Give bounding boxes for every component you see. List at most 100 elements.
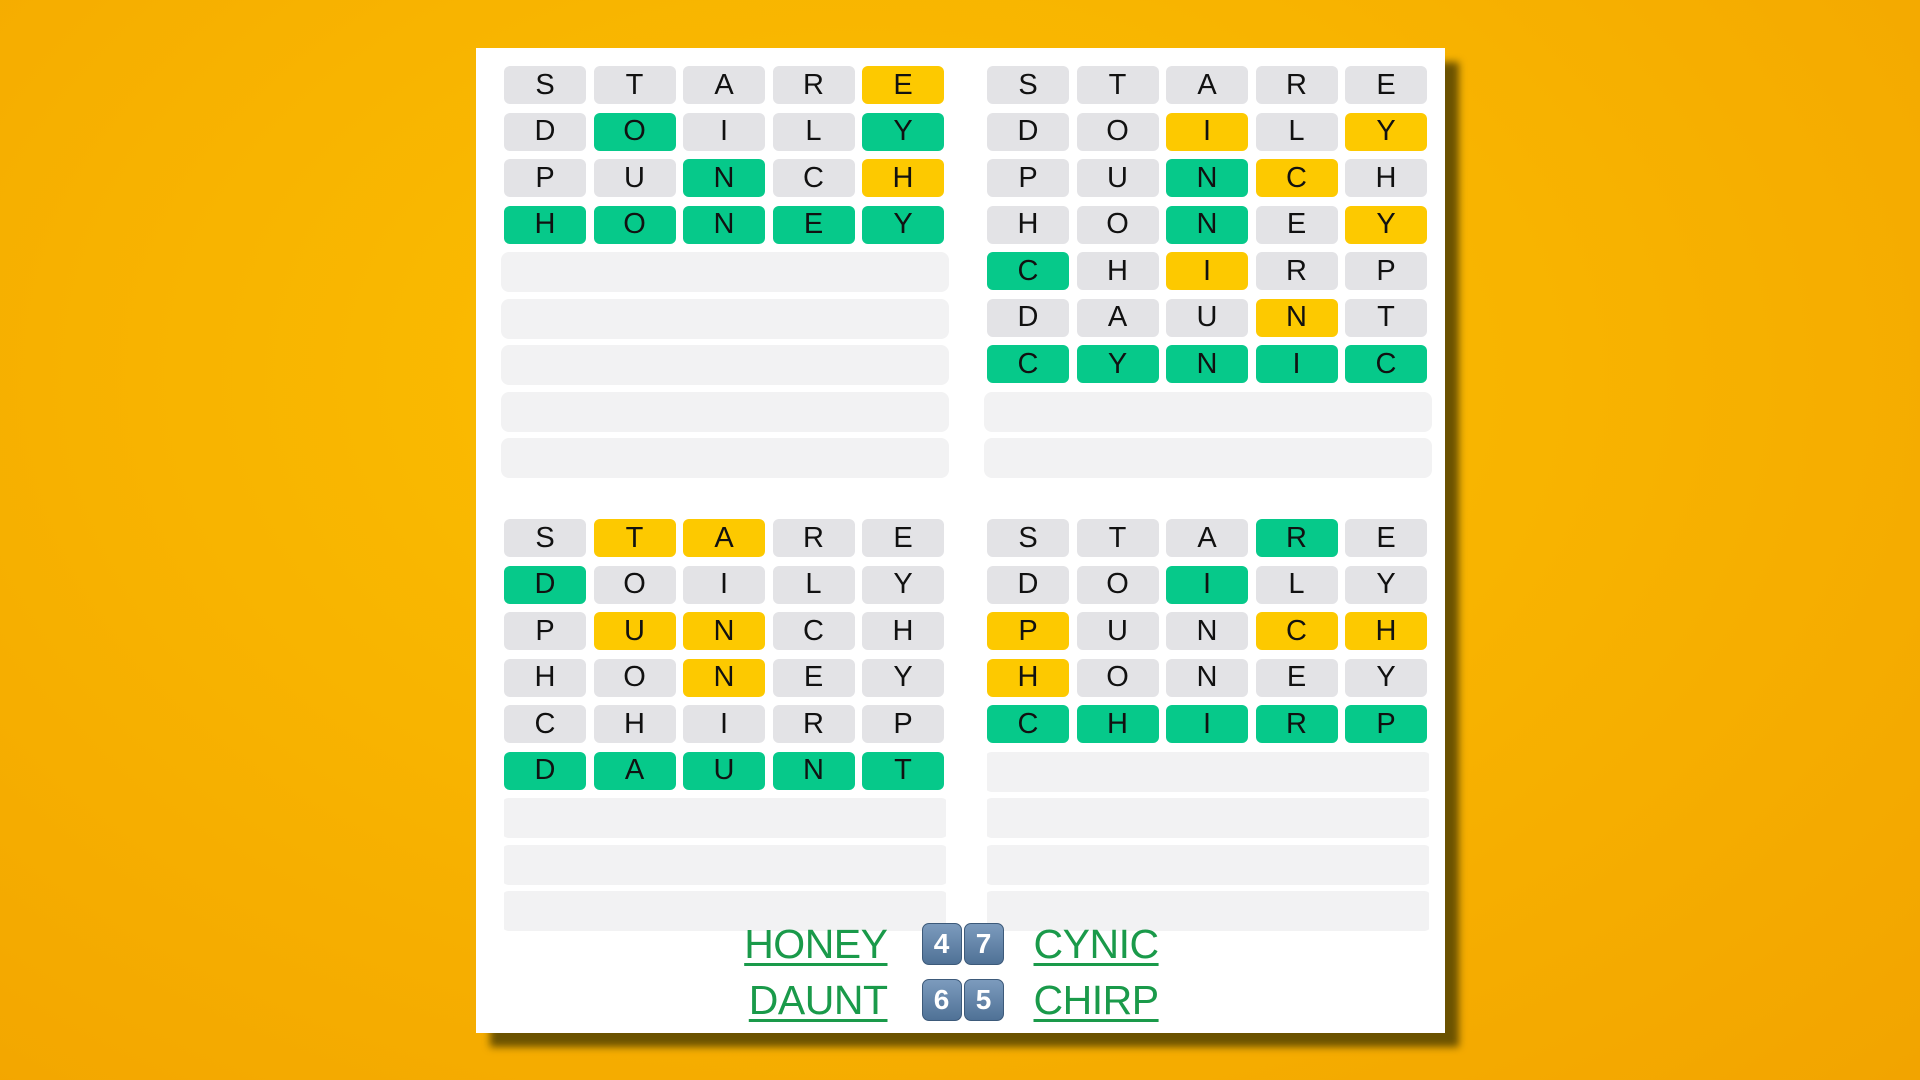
- letter-tile-green: O: [593, 205, 676, 244]
- letter-tile-gray: P: [504, 159, 586, 197]
- letter-tile-gray: L: [772, 565, 855, 604]
- letter-tile-yellow: N: [683, 658, 765, 697]
- letter-tile-gray: U: [1076, 612, 1159, 650]
- letter-tile-green: N: [1166, 345, 1248, 383]
- letter-tile-yellow: C: [1255, 612, 1338, 650]
- guess-row: DOILY: [987, 112, 1429, 151]
- letter-tile-green: N: [1166, 159, 1248, 197]
- letter-tile-gray: H: [593, 705, 676, 743]
- guess-row: STARE: [504, 519, 946, 557]
- letter-tile-gray: C: [504, 705, 586, 743]
- letter-tile-green: H: [1076, 705, 1159, 743]
- letter-tile-gray: S: [987, 66, 1069, 104]
- empty-row: [501, 298, 949, 339]
- letter-tile-green: N: [683, 159, 765, 197]
- guess-row: DAUNT: [987, 298, 1429, 337]
- letter-tile-green: C: [987, 252, 1069, 290]
- letter-tile-green: N: [1166, 205, 1248, 244]
- letter-tile-gray: E: [1255, 205, 1338, 244]
- guess-row: HONEY: [987, 658, 1429, 697]
- letter-tile-gray: L: [772, 112, 855, 151]
- letter-tile-green: I: [1166, 565, 1248, 604]
- letter-tile-green: E: [772, 205, 855, 244]
- empty-row: [987, 798, 1429, 838]
- keycap-digit-icon: 7: [963, 923, 1004, 965]
- letter-tile-gray: H: [504, 658, 586, 697]
- letter-tile-yellow: N: [683, 612, 765, 650]
- empty-row: [504, 844, 946, 885]
- guess-row: DOILY: [987, 565, 1429, 604]
- letter-tile-gray: D: [987, 298, 1069, 337]
- letter-tile-gray: E: [1345, 519, 1427, 557]
- board-top-right: STAREDOILYPUNCHHONEYCHIRPDAUNTCYNIC: [984, 66, 1432, 485]
- letter-tile-gray: T: [1076, 66, 1159, 104]
- guess-row: PUNCH: [504, 159, 946, 197]
- letter-tile-gray: E: [1345, 66, 1427, 104]
- letter-tile-green: R: [1255, 519, 1338, 557]
- letter-tile-green: I: [1166, 705, 1248, 743]
- guess-row: PUNCH: [504, 612, 946, 650]
- answer-link-daunt[interactable]: DAUNT: [738, 977, 888, 1024]
- letter-tile-gray: Y: [1345, 565, 1427, 604]
- letter-tile-yellow: Y: [1345, 112, 1427, 151]
- letter-tile-gray: L: [1255, 112, 1338, 151]
- answer-summary: HONEY 4 7 CYNIC DAUNT 6 5 CHIRP: [476, 920, 1445, 1032]
- results-card: STAREDOILYPUNCHHONEY STAREDOILYPUNCHHONE…: [476, 48, 1445, 1033]
- answer-link-honey[interactable]: HONEY: [738, 921, 888, 968]
- guess-row: DOILY: [504, 565, 946, 604]
- letter-tile-green: R: [1255, 705, 1338, 743]
- letter-tile-gray: P: [987, 159, 1069, 197]
- letter-tile-yellow: I: [1166, 112, 1248, 151]
- letter-tile-gray: S: [504, 66, 586, 104]
- letter-tile-yellow: A: [683, 519, 765, 557]
- score-keycaps: 6 5: [921, 979, 1004, 1021]
- empty-row: [504, 798, 946, 838]
- answer-link-cynic[interactable]: CYNIC: [1034, 921, 1184, 968]
- board-bottom-right: STAREDOILYPUNCHHONEYCHIRP: [987, 519, 1429, 931]
- empty-row: [987, 844, 1429, 885]
- letter-tile-gray: E: [862, 519, 944, 557]
- letter-tile-green: A: [593, 751, 676, 790]
- empty-row: [501, 252, 949, 292]
- letter-tile-gray: N: [1166, 658, 1248, 697]
- letter-tile-gray: O: [593, 658, 676, 697]
- letter-tile-green: C: [987, 345, 1069, 383]
- letter-tile-gray: T: [1076, 519, 1159, 557]
- guess-row: STARE: [987, 519, 1429, 557]
- empty-row: [984, 391, 1432, 432]
- empty-row: [501, 345, 949, 385]
- letter-tile-gray: E: [772, 658, 855, 697]
- board-bottom-left: STAREDOILYPUNCHHONEYCHIRPDAUNT: [504, 519, 946, 931]
- letter-tile-gray: A: [1166, 519, 1248, 557]
- letter-tile-gray: E: [1255, 658, 1338, 697]
- letter-tile-gray: A: [1166, 66, 1248, 104]
- letter-tile-yellow: N: [1255, 298, 1338, 337]
- guess-row: CYNIC: [987, 345, 1429, 383]
- letter-tile-green: N: [772, 751, 855, 790]
- letter-tile-gray: Y: [1345, 658, 1427, 697]
- guess-row: CHIRP: [987, 252, 1429, 290]
- empty-row: [984, 438, 1432, 478]
- letter-tile-gray: P: [1345, 252, 1427, 290]
- letter-tile-green: T: [862, 751, 944, 790]
- letter-tile-gray: T: [1345, 298, 1427, 337]
- letter-tile-gray: H: [1345, 159, 1427, 197]
- letter-tile-green: Y: [862, 112, 944, 151]
- guess-row: STARE: [504, 66, 946, 104]
- guess-row: HONEY: [987, 205, 1429, 244]
- letter-tile-gray: Y: [862, 658, 944, 697]
- empty-row: [501, 391, 949, 432]
- guess-row: STARE: [987, 66, 1429, 104]
- answer-link-chirp[interactable]: CHIRP: [1034, 977, 1184, 1024]
- letter-tile-gray: S: [504, 519, 586, 557]
- keycap-digit-icon: 4: [921, 923, 962, 965]
- letter-tile-gray: D: [504, 112, 586, 151]
- keycap-digit-icon: 5: [963, 979, 1004, 1021]
- letter-tile-yellow: Y: [1345, 205, 1427, 244]
- letter-tile-gray: U: [1166, 298, 1248, 337]
- letter-tile-yellow: E: [862, 66, 944, 104]
- letter-tile-gray: O: [1076, 565, 1159, 604]
- guess-row: CHIRP: [987, 705, 1429, 743]
- letter-tile-green: D: [504, 565, 586, 604]
- letter-tile-gray: C: [772, 612, 855, 650]
